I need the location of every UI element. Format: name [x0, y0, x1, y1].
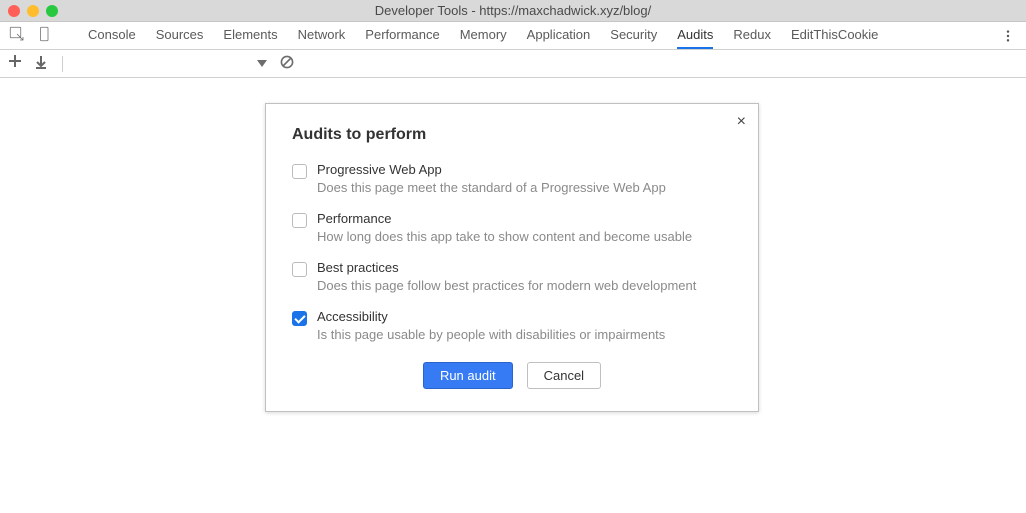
secondary-toolbar — [0, 50, 1026, 78]
audit-checkbox[interactable] — [292, 262, 307, 277]
audit-label: Performance — [317, 211, 692, 226]
window-traffic-lights — [8, 5, 58, 17]
window-title: Developer Tools - https://maxchadwick.xy… — [0, 3, 1026, 18]
tabs-container: Console Sources Elements Network Performance… — [88, 22, 878, 49]
element-picker-icon[interactable] — [8, 25, 26, 46]
audit-description: How long does this app take to show cont… — [317, 229, 692, 244]
tab-performance[interactable]: Performance — [365, 22, 439, 49]
tab-network[interactable]: Network — [298, 22, 346, 49]
audit-text: Best practices Does this page follow best… — [317, 260, 696, 293]
audit-label: Best practices — [317, 260, 696, 275]
devtools-tab-strip: Console Sources Elements Network Performance… — [0, 22, 1026, 50]
window-title-bar: Developer Tools - https://maxchadwick.xy… — [0, 0, 1026, 22]
toolbar-left-icons — [8, 25, 64, 46]
audit-list: Progressive Web App Does this page meet t… — [292, 162, 732, 342]
new-audit-icon[interactable] — [8, 54, 22, 73]
tab-application[interactable]: Application — [527, 22, 591, 49]
tab-audits[interactable]: Audits — [677, 22, 713, 49]
audit-description: Does this page meet the standard of a Pr… — [317, 180, 666, 195]
audit-text: Accessibility Is this page usable by peop… — [317, 309, 665, 342]
audit-item-performance: Performance How long does this app take t… — [292, 211, 732, 244]
run-audit-button[interactable]: Run audit — [423, 362, 513, 389]
audit-item-progressive-web-app: Progressive Web App Does this page meet t… — [292, 162, 732, 195]
audit-checkbox[interactable] — [292, 311, 307, 326]
audit-label: Progressive Web App — [317, 162, 666, 177]
audit-label: Accessibility — [317, 309, 665, 324]
more-options-icon[interactable] — [998, 26, 1018, 46]
tab-redux[interactable]: Redux — [733, 22, 771, 49]
audit-checkbox[interactable] — [292, 164, 307, 179]
audit-text: Progressive Web App Does this page meet t… — [317, 162, 666, 195]
tab-elements[interactable]: Elements — [223, 22, 277, 49]
clear-icon[interactable] — [279, 54, 295, 73]
window-maximize-button[interactable] — [46, 5, 58, 17]
dialog-title: Audits to perform — [292, 126, 732, 144]
audit-item-accessibility: Accessibility Is this page usable by peop… — [292, 309, 732, 342]
dropdown-caret-icon[interactable] — [257, 60, 267, 67]
dialog-button-row: Run audit Cancel — [292, 362, 732, 389]
audit-text: Performance How long does this app take t… — [317, 211, 692, 244]
audits-dialog: × Audits to perform Progressive Web App D… — [265, 103, 759, 412]
device-toggle-icon[interactable] — [36, 25, 54, 46]
dialog-close-button[interactable]: × — [737, 114, 746, 130]
cancel-button[interactable]: Cancel — [527, 362, 601, 389]
tab-editthiscookie[interactable]: EditThisCookie — [791, 22, 878, 49]
window-minimize-button[interactable] — [27, 5, 39, 17]
tab-security[interactable]: Security — [610, 22, 657, 49]
audit-description: Is this page usable by people with disab… — [317, 327, 665, 342]
tab-memory[interactable]: Memory — [460, 22, 507, 49]
tab-sources[interactable]: Sources — [156, 22, 204, 49]
audit-item-best-practices: Best practices Does this page follow best… — [292, 260, 732, 293]
tab-console[interactable]: Console — [88, 22, 136, 49]
download-icon[interactable] — [34, 55, 48, 72]
audit-checkbox[interactable] — [292, 213, 307, 228]
window-close-button[interactable] — [8, 5, 20, 17]
audit-description: Does this page follow best practices for… — [317, 278, 696, 293]
toolbar-separator — [62, 56, 63, 72]
